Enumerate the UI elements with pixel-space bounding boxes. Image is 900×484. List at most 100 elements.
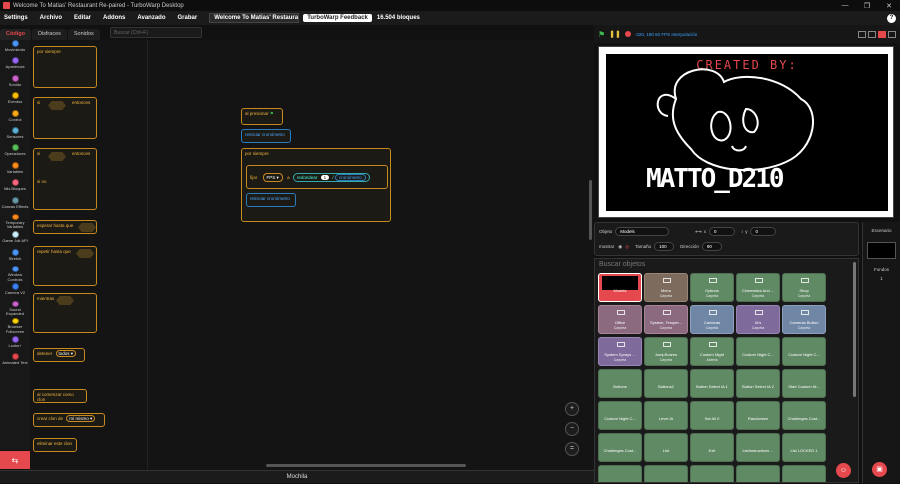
stop-dropdown[interactable]: todos ▾: [55, 350, 77, 357]
vertical-scrollbar[interactable]: [589, 180, 592, 240]
stop-button[interactable]: [624, 31, 631, 37]
tab-sounds[interactable]: Sonidos: [67, 29, 100, 40]
sprite-tile[interactable]: [644, 465, 688, 482]
sprite-tile[interactable]: Start Custom Ni...: [782, 369, 826, 398]
add-extension-button[interactable]: ⇆: [0, 451, 30, 469]
feedback-button[interactable]: TurboWarp Feedback: [303, 14, 372, 22]
sprite-tile[interactable]: List LOCKED 1: [782, 433, 826, 462]
category-item[interactable]: Sonido: [0, 74, 30, 91]
sprite-search-input[interactable]: Buscar objetos: [599, 261, 645, 268]
direction-input[interactable]: 90: [701, 242, 722, 251]
zoom-out-button[interactable]: −: [565, 422, 579, 436]
sprite-tile[interactable]: Options Carpeta: [690, 273, 734, 302]
category-item[interactable]: Variables: [0, 161, 30, 178]
sprite-tile[interactable]: Menu Carpeta: [644, 273, 688, 302]
sprite-tile[interactable]: Office Carpeta: [598, 305, 642, 334]
number-input[interactable]: 1: [320, 175, 330, 180]
add-backdrop-button[interactable]: ▣: [872, 462, 887, 477]
menu-advanced[interactable]: Avanzado: [137, 15, 165, 21]
if-block[interactable]: si entonces: [33, 97, 97, 139]
sprite-tile[interactable]: Button Select IA 1: [690, 369, 734, 398]
tab-code[interactable]: Código: [0, 29, 31, 40]
search-input[interactable]: Buscar (Ctrl+F): [110, 27, 202, 38]
sprite-tile[interactable]: Randomize: [736, 401, 780, 430]
category-item[interactable]: Camera V2: [0, 283, 30, 299]
forever-block[interactable]: por siempre: [33, 46, 97, 88]
menu-record[interactable]: Grabar: [178, 15, 198, 21]
condition-slot[interactable]: [76, 249, 94, 258]
reset-timer-block[interactable]: reiniciar cronómetro: [241, 129, 291, 143]
sprite-tile[interactable]: Exit: [690, 433, 734, 462]
condition-slot[interactable]: [78, 223, 96, 232]
add-sprite-button[interactable]: ☺: [836, 463, 851, 478]
sprite-tile[interactable]: [736, 465, 780, 482]
when-flag-clicked-block[interactable]: al presionar ⚑: [241, 108, 283, 125]
size-input[interactable]: 100: [654, 242, 675, 251]
create-clone-block[interactable]: crear clon de mí mismo ▾: [33, 413, 105, 427]
sprite-tile[interactable]: Cameras Button Carpeta: [782, 305, 826, 334]
menu-file[interactable]: Archivo: [40, 15, 62, 21]
script-area[interactable]: al presionar ⚑ reiniciar cronómetro por …: [148, 40, 594, 470]
zoom-reset-button[interactable]: =: [565, 442, 579, 456]
sprite-tile[interactable]: Custom Night Abierta: [690, 337, 734, 366]
y-input[interactable]: 0: [750, 227, 777, 236]
stage-canvas[interactable]: CREATED BY: MATTO_D210: [598, 46, 894, 218]
sprite-tile[interactable]: System, Temper... Carpeta: [644, 305, 688, 334]
reset-timer-block[interactable]: reiniciar cronómetro: [246, 193, 296, 207]
condition-slot[interactable]: [48, 152, 66, 161]
delete-clone-block[interactable]: eliminar este clon: [33, 438, 77, 452]
sprite-tile[interactable]: Cinematics And ... Carpeta: [736, 273, 780, 302]
close-button[interactable]: ✕: [878, 2, 900, 10]
show-visible-icon[interactable]: ◉: [618, 244, 622, 250]
sprite-tile[interactable]: JumpScares Carpeta: [644, 337, 688, 366]
sprite-tile[interactable]: Button Select IA 2: [736, 369, 780, 398]
category-item[interactable]: Animated Text: [0, 353, 30, 369]
sprite-tile[interactable]: Shop Carpeta: [782, 273, 826, 302]
condition-slot[interactable]: [48, 101, 66, 110]
category-item[interactable]: Browser Fullscreen: [0, 318, 30, 334]
zoom-in-button[interactable]: +: [565, 402, 579, 416]
pause-button[interactable]: ❚❚: [609, 30, 621, 38]
sprite-tile[interactable]: Buttons2: [644, 369, 688, 398]
horizontal-scrollbar[interactable]: [266, 464, 466, 467]
sprite-tile[interactable]: ListInstructions ...: [736, 433, 780, 462]
category-item[interactable]: Sensores: [0, 126, 30, 143]
backpack-bar[interactable]: Mochila: [0, 470, 594, 483]
sprite-tile[interactable]: Cameras Carpeta: [690, 305, 734, 334]
sprite-tile[interactable]: Level IA: [644, 401, 688, 430]
sprite-tile[interactable]: Custom Night C...: [782, 337, 826, 366]
sprite-tile[interactable]: Custom Night C...: [736, 337, 780, 366]
sprite-tile[interactable]: Buttons: [598, 369, 642, 398]
category-item[interactable]: Temporary Variables: [0, 213, 30, 230]
sprite-tile[interactable]: [690, 465, 734, 482]
small-stage-icon[interactable]: [858, 30, 866, 38]
sprite-tile[interactable]: Challenges Cust...: [782, 401, 826, 430]
variable-dropdown[interactable]: FPS ▾: [262, 173, 283, 182]
backdrop-thumbnail[interactable]: [867, 242, 896, 259]
project-title-input[interactable]: Welcome To Matias' Restaurant: [209, 13, 300, 23]
clone-dropdown[interactable]: mí mismo ▾: [66, 415, 96, 422]
category-item[interactable]: Stretch: [0, 248, 30, 265]
screenshot-icon[interactable]: [878, 30, 886, 38]
condition-slot[interactable]: [56, 296, 74, 305]
set-variable-block[interactable]: fijar FPS ▾ a redondear 1 / cronómetro: [246, 165, 388, 189]
sprite-tile[interactable]: Challenges Cust...: [598, 433, 642, 462]
timer-reporter[interactable]: cronómetro: [334, 174, 366, 181]
sprite-list-scrollbar[interactable]: [853, 262, 856, 397]
category-item[interactable]: Sound Expanded: [0, 300, 30, 317]
sprite-tile[interactable]: List: [644, 433, 688, 462]
sprite-tile[interactable]: Custom Night C...: [598, 401, 642, 430]
x-input[interactable]: 0: [708, 227, 735, 236]
minimize-button[interactable]: —: [834, 2, 856, 10]
category-item[interactable]: Mis Bloques: [0, 179, 30, 195]
when-clone-block[interactable]: al comenzar como clon: [33, 389, 87, 403]
category-item[interactable]: Control: [0, 109, 30, 126]
large-stage-icon[interactable]: [868, 30, 876, 38]
category-item[interactable]: Game Jolt API: [0, 231, 30, 247]
sprite-tile[interactable]: System Sprays ... Carpeta: [598, 337, 642, 366]
menu-addons[interactable]: Addons: [103, 15, 125, 21]
sprite-tile[interactable]: Models: [598, 273, 642, 302]
category-item[interactable]: Eventos: [0, 92, 30, 108]
fullscreen-icon[interactable]: [888, 30, 896, 38]
category-item[interactable]: Apariencia: [0, 57, 30, 73]
